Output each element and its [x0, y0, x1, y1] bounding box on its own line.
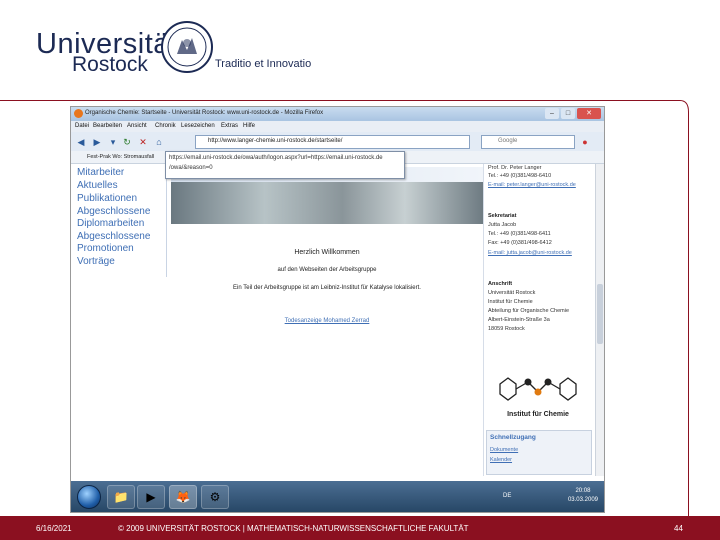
- menu-chronik[interactable]: Chronik: [155, 123, 176, 129]
- address-line: Albert-Einstein-Straße 3a: [488, 317, 550, 323]
- secretary-tel: Tel.: +49 (0)381/498-6411: [488, 231, 551, 237]
- menu-lesezeichen[interactable]: Lesezeichen: [181, 123, 215, 129]
- footer-page-number: 44: [674, 524, 683, 533]
- stop-icon[interactable]: ✕: [137, 136, 149, 148]
- address-line: Abteilung für Organische Chemie: [488, 308, 570, 314]
- address-line: Institut für Chemie: [488, 299, 533, 305]
- slide-footer: 6/16/2021 © 2009 UNIVERSITÄT ROSTOCK | M…: [0, 516, 720, 540]
- menu-ansicht[interactable]: Ansicht: [127, 123, 147, 129]
- url-autocomplete-dropdown[interactable]: https://email.uni-rostock.de/owa/auth/lo…: [165, 151, 405, 179]
- start-button[interactable]: [77, 485, 101, 509]
- obituary-link[interactable]: Todesanzeige Mohamed Zerrad: [171, 318, 483, 324]
- browser-titlebar: Organische Chemie: Startseite - Universi…: [71, 107, 604, 121]
- search-input[interactable]: Google: [481, 135, 575, 149]
- menu-extras[interactable]: Extras: [221, 123, 238, 129]
- welcome-subtitle: auf den Webseiten der Arbeitsgruppe: [277, 267, 377, 273]
- university-tagline: Traditio et Innovatio: [215, 58, 312, 70]
- footer-date: 6/16/2021: [36, 524, 72, 533]
- language-indicator[interactable]: DE: [503, 493, 511, 499]
- clock-date: 03.03.2009: [567, 497, 598, 503]
- nav-diplomarbeiten[interactable]: Diplomarbeiten: [77, 219, 144, 229]
- prof-name: Prof. Dr. Peter Langer: [488, 165, 542, 171]
- welcome-text: Ein Teil der Arbeitsgruppe ist am Leibni…: [233, 285, 421, 291]
- nav-vortraege[interactable]: Vorträge: [77, 257, 115, 267]
- system-clock[interactable]: 20:08 03.03.2009: [568, 487, 598, 505]
- clock-time: 20:08: [575, 488, 591, 494]
- search-placeholder: Google: [498, 138, 518, 144]
- quick-link-dokumente[interactable]: Dokumente: [490, 447, 518, 453]
- window-title: Organische Chemie: Startseite - Universi…: [85, 110, 324, 116]
- navigation-toolbar: ◀ ▶ ▾ ↻ ✕ ⌂ http://www.langer-chemie.uni…: [71, 132, 604, 151]
- dropdown-icon[interactable]: ▾: [107, 136, 119, 148]
- quick-access-box: Schnellzugang Dokumente Kalender: [486, 430, 592, 475]
- url-text: http://www.langer-chemie.uni-rostock.de/…: [208, 138, 343, 144]
- forward-icon[interactable]: ▶: [91, 136, 103, 148]
- menu-datei[interactable]: Datei: [75, 123, 89, 129]
- back-icon[interactable]: ◀: [75, 136, 87, 148]
- secretary-email[interactable]: E-mail: jutta.jacob@uni-rostock.de: [488, 250, 588, 257]
- university-seal-icon: [161, 21, 213, 73]
- prof-email[interactable]: E-mail: peter.langer@uni-rostock.de: [488, 182, 588, 189]
- university-logo-subtext: Rostock: [72, 53, 148, 76]
- autocomplete-entry-cont[interactable]: /owa/&reason=0: [169, 165, 213, 171]
- address-line: 18059 Rostock: [488, 326, 525, 332]
- nav-mitarbeiter[interactable]: Mitarbeiter: [77, 168, 124, 178]
- firefox-taskbar-icon[interactable]: 🦊: [169, 485, 197, 509]
- footer-copyright: © 2009 UNIVERSITÄT ROSTOCK | MATHEMATISC…: [118, 524, 469, 533]
- reload-icon[interactable]: ↻: [121, 136, 133, 148]
- prof-tel: Tel.: +49 (0)381/498-6410: [488, 173, 552, 179]
- quick-link-kalender[interactable]: Kalender: [490, 457, 512, 463]
- page-sidebar-nav: Mitarbeiter Aktuelles Publikationen Abge…: [74, 164, 166, 277]
- nav-abgeschlossene-promo[interactable]: Abgeschlossene: [77, 232, 150, 242]
- nav-publikationen[interactable]: Publikationen: [77, 194, 137, 204]
- utility-icon[interactable]: ⚙: [201, 485, 229, 509]
- sidebar-divider: [166, 164, 167, 277]
- address-line: Universität Rostock: [488, 290, 536, 296]
- scrollbar-thumb[interactable]: [597, 284, 603, 344]
- web-page: Mitarbeiter Aktuelles Publikationen Abge…: [71, 164, 596, 476]
- secretary-fax: Fax: +49 (0)381/498-6412: [488, 240, 552, 246]
- contact-sidebar: Prof. Dr. Peter Langer Tel.: +49 (0)381/…: [483, 164, 596, 476]
- lab-banner-image: [171, 182, 483, 224]
- bookmark-item[interactable]: Fest-Prak Wo: Stromausfall: [87, 154, 154, 160]
- minimize-button[interactable]: –: [545, 108, 559, 119]
- media-player-icon[interactable]: ▶: [137, 485, 165, 509]
- addon-icon[interactable]: ●: [579, 136, 591, 148]
- menu-hilfe[interactable]: Hilfe: [243, 123, 255, 129]
- institut-logo-caption: Institut für Chemie: [507, 411, 569, 418]
- quick-access-heading: Schnellzugang: [490, 434, 536, 441]
- page-scrollbar[interactable]: [595, 164, 604, 476]
- slide-frame-top-line: [0, 100, 680, 101]
- menu-bearbeiten[interactable]: Bearbeiten: [93, 123, 122, 129]
- home-icon[interactable]: ⌂: [153, 136, 165, 148]
- windows-taskbar: 📁 ▶ 🦊 ⚙ DE 20:08 03.03.2009: [71, 481, 604, 512]
- maximize-button[interactable]: □: [561, 108, 575, 119]
- slide-frame-right-line: [688, 112, 689, 520]
- welcome-title: Herzlich Willkommen: [294, 249, 360, 256]
- nav-aktuelles[interactable]: Aktuelles: [77, 181, 118, 191]
- menu-bar: Datei Bearbeiten Ansicht Chronik Lesezei…: [71, 121, 604, 132]
- close-button[interactable]: ✕: [577, 108, 601, 119]
- explorer-icon[interactable]: 📁: [107, 485, 135, 509]
- firefox-icon: [74, 109, 83, 118]
- address-heading: Anschrift: [488, 281, 513, 287]
- secretary-name: Jutta Jacob: [488, 222, 517, 228]
- browser-screenshot: Organische Chemie: Startseite - Universi…: [70, 106, 605, 513]
- autocomplete-entry[interactable]: https://email.uni-rostock.de/owa/auth/lo…: [169, 155, 383, 161]
- secretary-heading: Sekretariat: [488, 213, 517, 219]
- url-bar[interactable]: http://www.langer-chemie.uni-rostock.de/…: [195, 135, 470, 149]
- institut-chemie-logo-icon: Institut für Chemie: [499, 377, 577, 418]
- nav-promotionen[interactable]: Promotionen: [77, 244, 134, 254]
- nav-abgeschlossene-diplom[interactable]: Abgeschlossene: [77, 207, 150, 217]
